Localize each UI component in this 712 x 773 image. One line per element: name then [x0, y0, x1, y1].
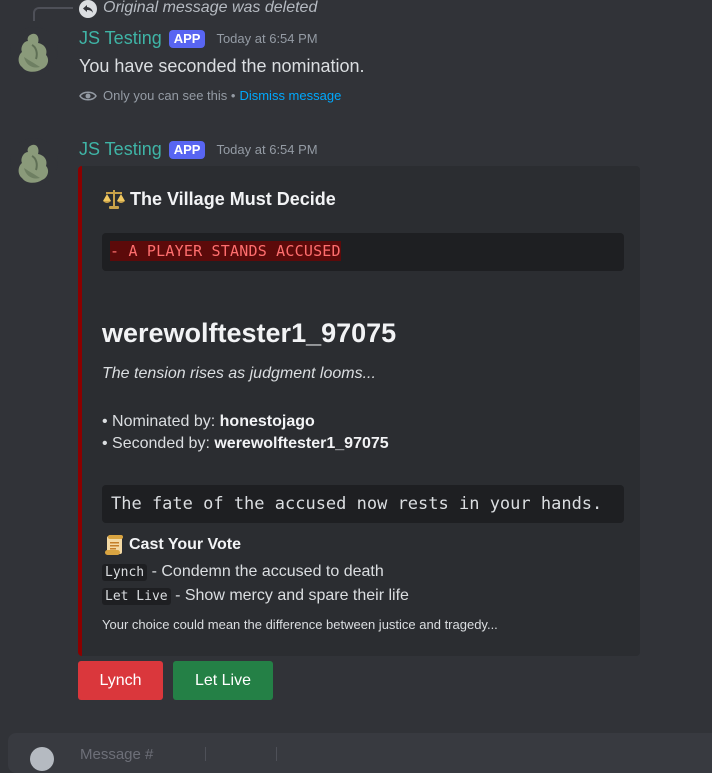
avatar[interactable] — [10, 27, 58, 75]
accused-banner: - A PLAYER STANDS ACCUSED — [110, 241, 341, 261]
nominated-label: • Nominated by: — [102, 413, 220, 430]
tension-text: The tension rises as judgment looms... — [102, 365, 376, 382]
message-text: You have seconded the nomination. — [79, 56, 365, 76]
vote-option-lynch: Lynch - Condemn the accused to death — [102, 560, 409, 584]
let-live-button[interactable]: Let Live — [173, 661, 273, 700]
seconded-line: • Seconded by: werewolftester1_97075 — [102, 433, 389, 455]
accused-player-name: werewolftester1_97075 — [102, 318, 397, 348]
inline-code: Let Live — [102, 588, 171, 605]
accused-banner-codeblock: - A PLAYER STANDS ACCUSED — [102, 233, 624, 271]
lynch-button[interactable]: Lynch — [78, 661, 163, 700]
username[interactable]: JS Testing — [79, 139, 162, 160]
seconded-label: • Seconded by: — [102, 435, 215, 452]
inline-code: Lynch — [102, 564, 148, 581]
ephemeral-notice: Only you can see this • Dismiss message — [79, 88, 341, 103]
nominated-value: honestojago — [219, 413, 315, 430]
divider — [276, 747, 277, 761]
scroll-icon — [102, 533, 126, 557]
vote-option-let-live: Let Live - Show mercy and spare their li… — [102, 584, 409, 608]
vote-heading-text: Cast Your Vote — [129, 536, 242, 553]
balance-scale-icon — [102, 188, 126, 210]
vote-option-desc: - Condemn the accused to death — [147, 563, 384, 580]
message-composer[interactable]: Message # — [8, 733, 712, 773]
dismiss-message-link[interactable]: Dismiss message — [239, 88, 341, 103]
add-attachment-icon[interactable] — [30, 747, 54, 771]
message2-header: JS Testing APP Today at 6:54 PM — [79, 139, 318, 160]
vote-options: Lynch - Condemn the accused to death Let… — [102, 560, 409, 608]
nominated-line: • Nominated by: honestojago — [102, 411, 389, 433]
app-badge: APP — [168, 29, 206, 48]
message1-header: JS Testing APP Today at 6:54 PM — [79, 28, 318, 49]
composer-placeholder[interactable]: Message # — [80, 746, 153, 763]
reply-arrow-icon — [79, 0, 97, 18]
reply-connector — [33, 7, 73, 21]
vote-heading: Cast Your Vote — [102, 533, 241, 557]
app-badge: APP — [168, 140, 206, 159]
timestamp[interactable]: Today at 6:54 PM — [216, 31, 317, 46]
embed-title-text: The Village Must Decide — [130, 188, 336, 209]
timestamp[interactable]: Today at 6:54 PM — [216, 142, 317, 157]
username[interactable]: JS Testing — [79, 28, 162, 49]
embed-title: The Village Must Decide — [102, 188, 336, 210]
avatar[interactable] — [10, 138, 58, 186]
vote-option-desc: - Show mercy and spare their life — [170, 587, 409, 604]
embed-footer-note: Your choice could mean the difference be… — [102, 617, 498, 632]
ephemeral-label: Only you can see this • — [103, 88, 236, 103]
fate-text: The fate of the accused now rests in you… — [111, 494, 603, 514]
fate-codeblock: The fate of the accused now rests in you… — [102, 485, 624, 523]
embed: The Village Must Decide - A PLAYER STAND… — [78, 166, 640, 656]
reply-deleted-text[interactable]: Original message was deleted — [103, 0, 317, 17]
seconded-value: werewolftester1_97075 — [214, 435, 389, 452]
divider — [205, 747, 206, 761]
eye-icon — [79, 89, 97, 103]
nomination-details: • Nominated by: honestojago • Seconded b… — [102, 411, 389, 455]
